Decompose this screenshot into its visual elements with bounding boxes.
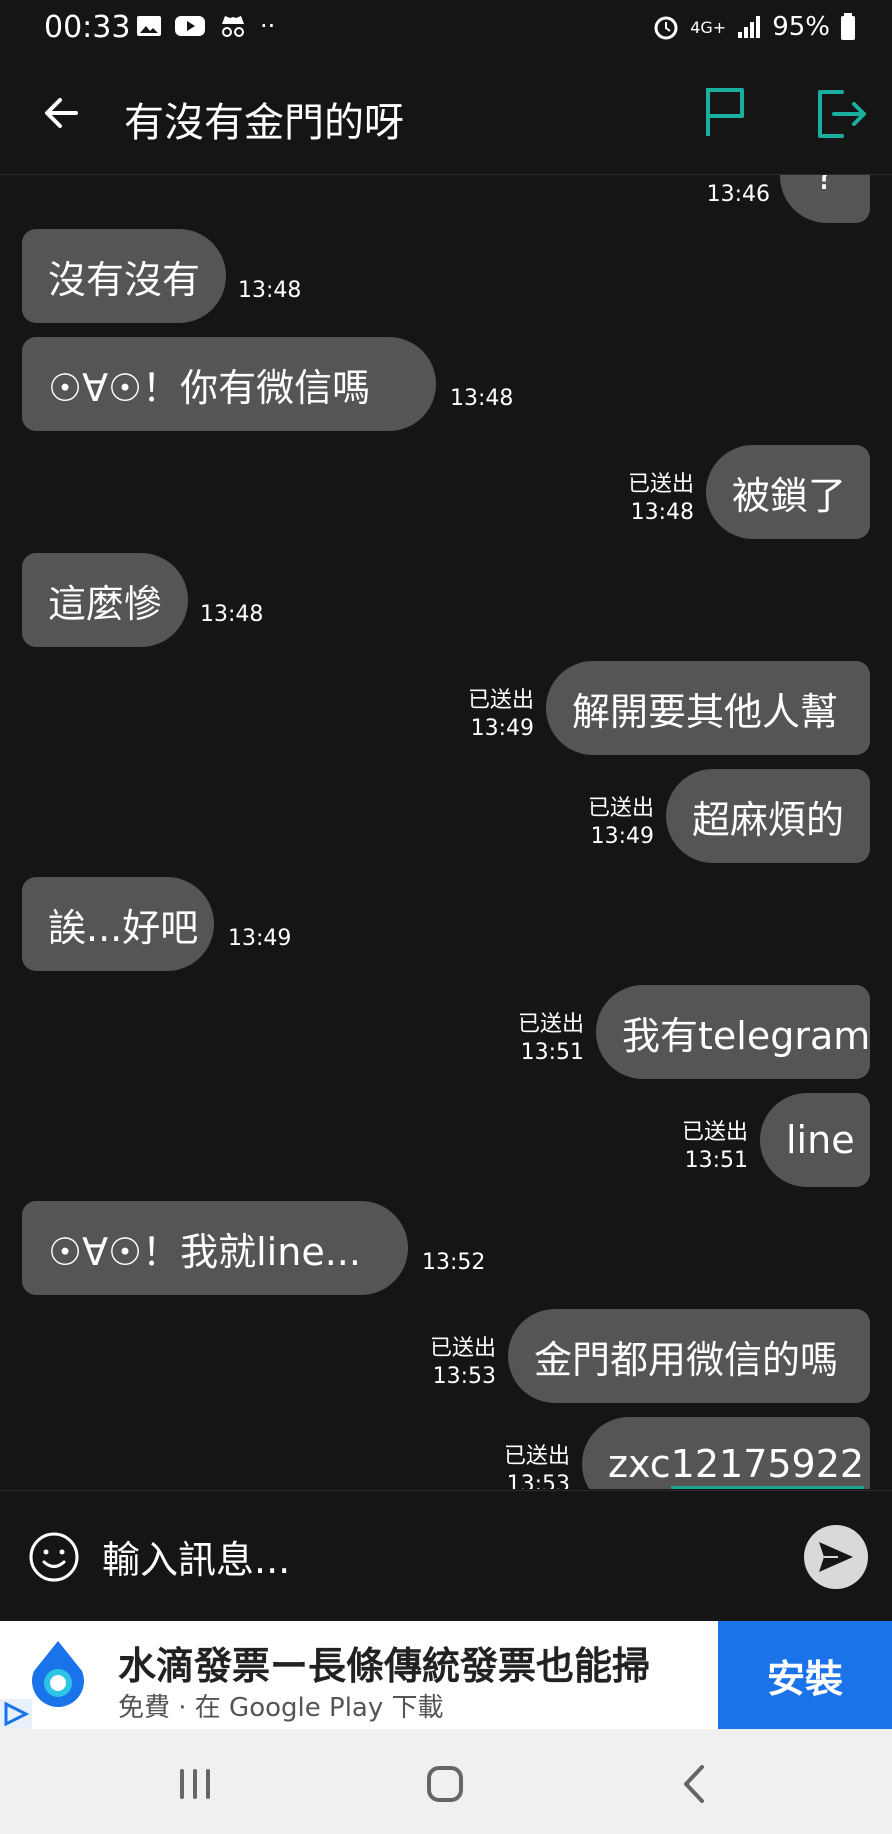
report-flag-icon[interactable] (700, 84, 750, 140)
system-icons: 4G+ 95% (652, 12, 856, 42)
message-time: 13:49 (590, 824, 654, 849)
network-type: 4G+ (690, 17, 727, 37)
message-bubble-outgoing[interactable]: 被鎖了 (706, 445, 870, 539)
back-arrow-icon[interactable] (36, 88, 86, 138)
message-text: 這麼慘 (48, 581, 163, 626)
message-text: 沒有沒有 (48, 257, 201, 302)
youtube-icon (175, 16, 205, 36)
chat-title: 有沒有金門的呀 (124, 100, 404, 146)
message-meta: 13:46 (707, 181, 770, 209)
message-composer (0, 1490, 892, 1621)
message-time: 13:49 (228, 926, 292, 951)
signal-icon (738, 16, 761, 38)
message-text: 誒...好吧 (48, 905, 199, 950)
message-meta: 已送出 13:53 (504, 1443, 570, 1489)
message-bubble-incoming[interactable]: ☉∀☉！你有微信嗎 (22, 337, 436, 431)
message-time: 13:52 (422, 1250, 486, 1275)
incognito-icon (222, 16, 244, 37)
message-text: 解開要其他人幫 (572, 689, 839, 734)
message-meta: 已送出 13:53 (430, 1335, 496, 1391)
message-time: 13:48 (238, 278, 302, 303)
status-bar: 00:33 ·· 4G+ 95% (0, 0, 892, 54)
message-time: 13:46 (706, 182, 770, 207)
sent-status: 已送出 (517, 1012, 584, 1037)
message-text: 被鎖了 (732, 473, 847, 518)
adchoices-icon[interactable] (0, 1699, 32, 1729)
message-bubble-outgoing[interactable]: 超麻煩的 (666, 769, 870, 863)
install-button[interactable]: 安裝 (718, 1621, 892, 1729)
message-bubble-incoming[interactable]: ☉∀☉！我就line... (22, 1201, 408, 1295)
message-meta: 已送出 13:51 (682, 1119, 748, 1175)
message-time: 13:48 (200, 602, 264, 627)
message-meta: 已送出 13:49 (468, 687, 534, 743)
sent-status: 已送出 (681, 1120, 748, 1145)
message-bubble-incoming[interactable]: 沒有沒有 (22, 229, 226, 323)
message-time: 13:53 (432, 1364, 496, 1389)
send-icon (819, 1542, 853, 1572)
message-text-prefix: zxc (608, 1442, 671, 1486)
ad-headline: 水滴發票ー長條傳統發票也能掃 (118, 1644, 651, 1688)
message-bubble-outgoing[interactable]: 金門都用微信的嗎 (508, 1309, 870, 1403)
recent-apps-icon[interactable] (170, 1759, 220, 1809)
message-text: 我有telegram (622, 1013, 871, 1058)
more-notifications-icon: ·· (260, 12, 276, 40)
ad-subtitle: 免費 · 在 Google Play 下載 (118, 1693, 444, 1723)
gallery-icon (137, 16, 161, 36)
message-bubble-outgoing[interactable]: zxc12175922 (582, 1417, 870, 1489)
message-time: 13:48 (450, 386, 514, 411)
message-bubble-outgoing[interactable]: line (760, 1093, 870, 1187)
message-meta: 已送出 13:51 (518, 1011, 584, 1067)
message-text: zxc12175922 (608, 1442, 865, 1489)
message-text: ☉∀☉！你有微信嗎 (48, 365, 371, 410)
message-text: line (786, 1118, 855, 1162)
chat-header: 有沒有金門的呀 (0, 54, 892, 175)
sent-status: 已送出 (587, 796, 654, 821)
message-link[interactable]: 12175922 (670, 1442, 865, 1489)
battery-icon (841, 13, 855, 40)
system-nav-bar (0, 1729, 892, 1834)
back-icon[interactable] (670, 1759, 720, 1809)
message-time: 13:51 (684, 1148, 748, 1173)
message-time: 13:49 (470, 716, 534, 741)
message-input[interactable] (100, 1531, 784, 1589)
alarm-icon (654, 16, 678, 40)
message-meta: 已送出 13:48 (628, 471, 694, 527)
message-bubble-outgoing[interactable]: 解開要其他人幫 (546, 661, 870, 755)
home-icon[interactable] (420, 1759, 470, 1809)
leave-chat-icon[interactable] (812, 86, 868, 142)
message-time: 13:53 (506, 1472, 570, 1489)
message-list[interactable]: ? 13:46 沒有沒有 13:48 ☉∀☉！你有微信嗎 13:48 被鎖了 已… (0, 175, 892, 1489)
sent-status: 已送出 (467, 688, 534, 713)
message-meta: 已送出 13:49 (588, 795, 654, 851)
emoji-icon[interactable] (28, 1531, 80, 1583)
ad-banner[interactable]: 水滴發票ー長條傳統發票也能掃 免費 · 在 Google Play 下載 安裝 (0, 1621, 892, 1729)
message-bubble-outgoing[interactable]: 我有telegram (596, 985, 870, 1079)
status-time: 00:33 (44, 10, 131, 45)
sent-status: 已送出 (429, 1336, 496, 1361)
send-button[interactable] (804, 1525, 868, 1589)
message-text: 超麻煩的 (692, 797, 845, 842)
notification-icons: ·· (136, 12, 275, 40)
message-time: 13:51 (520, 1040, 584, 1065)
message-bubble-outgoing[interactable]: ? (780, 175, 870, 223)
message-bubble-incoming[interactable]: 誒...好吧 (22, 877, 214, 971)
message-text: ? (814, 175, 836, 198)
message-time: 13:48 (630, 500, 694, 525)
sent-status: 已送出 (503, 1444, 570, 1469)
battery-level: 95% (772, 12, 830, 42)
message-text: ☉∀☉！我就line... (48, 1229, 361, 1274)
message-bubble-incoming[interactable]: 這麼慘 (22, 553, 188, 647)
message-text: 金門都用微信的嗎 (534, 1337, 839, 1382)
sent-status: 已送出 (627, 472, 694, 497)
